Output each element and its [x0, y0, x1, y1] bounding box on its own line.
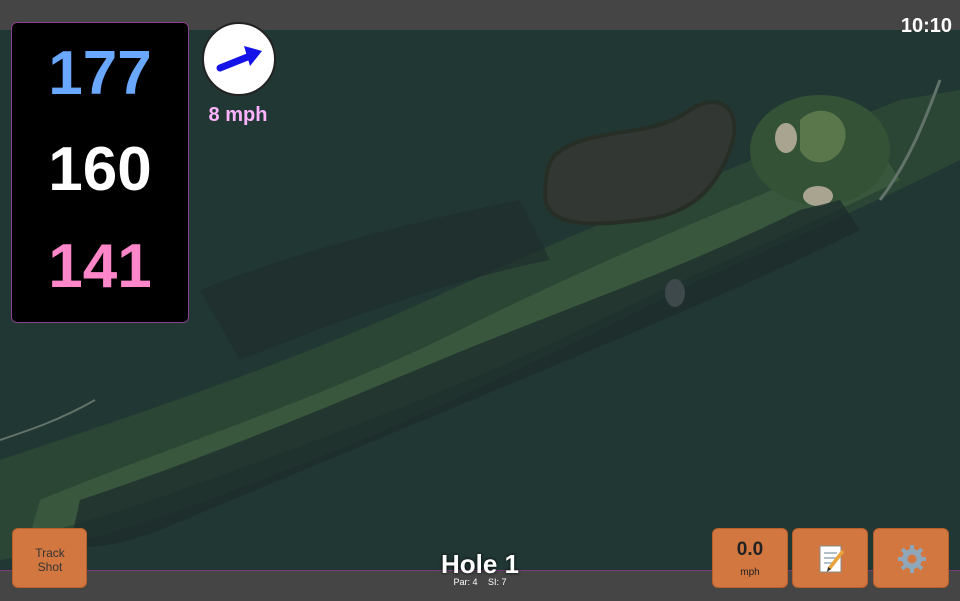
wind-indicator [202, 22, 276, 96]
wind-speed: 8 mph [208, 104, 268, 126]
hole-stroke-index: SI: 7 [488, 577, 507, 587]
hole-par: Par: 4 [453, 577, 478, 587]
back-yardage: 177 [48, 39, 152, 108]
clock: 10:10 [900, 15, 952, 37]
notepad-icon [819, 545, 845, 573]
track-shot-label: Track Shot [35, 546, 65, 574]
hole-title: Hole 1 [440, 549, 520, 579]
speed-button[interactable]: 0.0 mph [712, 528, 788, 588]
gear-icon [898, 545, 926, 573]
speed-value: 0.0 [736, 539, 764, 560]
hole-info: Par: 4 SI: 7 [380, 577, 580, 587]
notes-button[interactable] [792, 528, 868, 588]
settings-button[interactable] [873, 528, 949, 588]
wind-direction-arrow-icon [216, 46, 262, 72]
front-yardage: 141 [48, 232, 152, 301]
track-shot-button[interactable]: Track Shot [12, 528, 87, 588]
speed-unit: mph [740, 567, 760, 578]
yardage-panel: 177 160 141 [11, 22, 189, 323]
middle-yardage: 160 [48, 135, 152, 204]
